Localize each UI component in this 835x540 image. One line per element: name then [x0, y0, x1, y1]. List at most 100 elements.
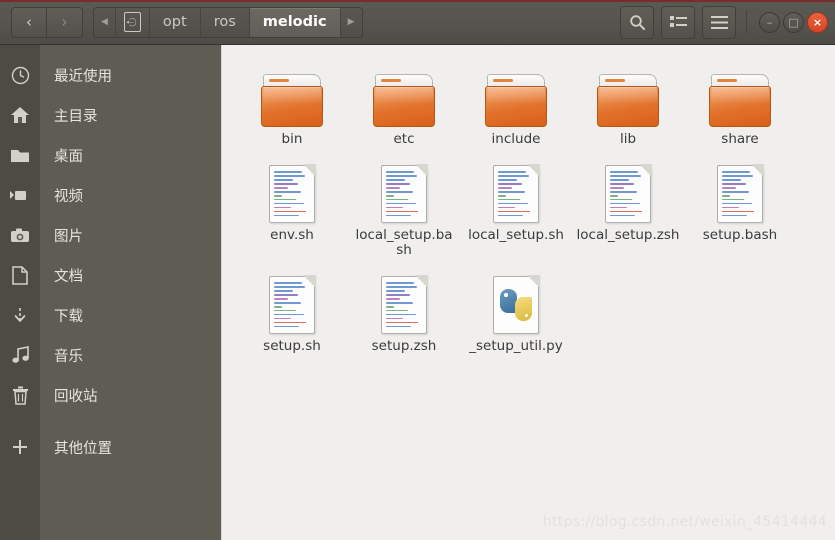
file-item[interactable]: setup.bash	[684, 153, 796, 258]
trash-icon	[12, 386, 28, 405]
minimize-button[interactable]: –	[759, 11, 780, 33]
breadcrumb-label: ros	[213, 14, 236, 30]
sidebar-item-other-locations[interactable]: 其他位置	[40, 427, 221, 467]
breadcrumb-scroll-left[interactable]: ◀	[94, 7, 116, 37]
sidebar-item-documents[interactable]: 文档	[40, 255, 221, 295]
sidebar-item-videos[interactable]: 视频	[40, 175, 221, 215]
sidebar-icon-pictures[interactable]	[0, 215, 40, 255]
toolbar-divider	[746, 10, 747, 34]
sidebar-icon-videos[interactable]	[0, 175, 40, 215]
plus-icon	[13, 440, 27, 454]
nav-buttons: ‹ ›	[11, 6, 83, 38]
sidebar-item-recent[interactable]: 最近使用	[40, 55, 221, 95]
sidebar-icon-desktop[interactable]	[0, 135, 40, 175]
python-file-icon	[493, 275, 540, 334]
search-button[interactable]	[620, 5, 654, 39]
sidebar-icon-documents[interactable]	[0, 255, 40, 295]
breadcrumb-label: melodic	[262, 14, 327, 30]
sidebar-icon-music[interactable]	[0, 335, 40, 375]
breadcrumb-item-melodic[interactable]: melodic	[249, 7, 341, 37]
file-label: local_setup.bash	[355, 227, 453, 258]
sidebar-icon-recent[interactable]	[0, 55, 40, 95]
caret-left-icon: ◀	[101, 17, 108, 27]
folder-icon	[597, 74, 659, 127]
sidebar-item-desktop[interactable]: 桌面	[40, 135, 221, 175]
maximize-icon: □	[788, 15, 799, 29]
forward-button[interactable]: ›	[47, 6, 83, 38]
file-label: lib	[619, 131, 637, 147]
hard-drive-icon: ⎋	[123, 12, 141, 32]
sidebar-icon-home[interactable]	[0, 95, 40, 135]
file-item[interactable]: env.sh	[236, 153, 348, 258]
sidebar-icon-trash[interactable]	[0, 375, 40, 415]
sidebar-item-label: 音乐	[54, 348, 83, 365]
minimize-icon: –	[766, 15, 773, 29]
camera-icon	[11, 228, 29, 242]
file-thumbnail	[381, 153, 428, 223]
file-thumbnail	[381, 264, 428, 334]
file-thumbnail	[605, 153, 652, 223]
sidebar-icon-downloads[interactable]	[0, 295, 40, 335]
file-item[interactable]: etc	[348, 57, 460, 147]
menu-button[interactable]	[702, 5, 736, 39]
file-thumbnail	[493, 153, 540, 223]
breadcrumb-scroll-right[interactable]: ▶	[340, 7, 362, 37]
file-item[interactable]: share	[684, 57, 796, 147]
file-label: setup.sh	[263, 338, 321, 354]
file-label: include	[491, 131, 541, 147]
video-camera-icon	[10, 191, 26, 200]
sidebar-places: 最近使用 主目录 桌面 视频 图片 文档 下载 音乐 回收站 其他位置	[40, 45, 222, 540]
file-item[interactable]: local_setup.zsh	[572, 153, 684, 258]
breadcrumb-item-ros[interactable]: ros	[200, 7, 250, 37]
file-item[interactable]: local_setup.bash	[348, 153, 460, 258]
file-item[interactable]: include	[460, 57, 572, 147]
maximize-button[interactable]: □	[783, 11, 804, 33]
file-thumbnail	[597, 57, 659, 127]
home-icon	[11, 107, 29, 123]
file-item[interactable]: bin	[236, 57, 348, 147]
sidebar-item-home[interactable]: 主目录	[40, 95, 221, 135]
file-label: env.sh	[270, 227, 314, 243]
watermark: https://blog.csdn.net/weixin_45414444	[542, 514, 827, 530]
close-button[interactable]: ×	[807, 11, 828, 33]
sidebar-item-downloads[interactable]: 下载	[40, 295, 221, 335]
breadcrumb-item-opt[interactable]: opt	[149, 7, 201, 37]
file-thumbnail	[485, 57, 547, 127]
file-item[interactable]: setup.zsh	[348, 264, 460, 354]
script-file-icon	[269, 275, 316, 334]
file-item[interactable]: setup.sh	[236, 264, 348, 354]
sidebar-item-label: 最近使用	[54, 68, 112, 85]
back-button[interactable]: ‹	[11, 6, 47, 38]
file-item[interactable]: _setup_util.py	[460, 264, 572, 354]
sidebar-item-music[interactable]: 音乐	[40, 335, 221, 375]
file-item[interactable]: local_setup.sh	[460, 153, 572, 258]
file-thumbnail	[373, 57, 435, 127]
file-thumbnail	[269, 153, 316, 223]
script-file-icon	[269, 164, 316, 223]
sidebar-item-label: 图片	[54, 228, 83, 245]
script-file-icon	[605, 164, 652, 223]
folder-icon	[11, 150, 29, 162]
file-thumbnail	[269, 264, 316, 334]
script-file-icon	[717, 164, 764, 223]
music-note-icon	[11, 346, 29, 363]
file-grid: bin etc include lib share env.sh local_s…	[236, 57, 835, 360]
window-body: 最近使用 主目录 桌面 视频 图片 文档 下载 音乐 回收站 其他位置 bin …	[0, 45, 835, 540]
forward-arrow-icon: ›	[61, 13, 68, 31]
document-icon	[12, 265, 28, 285]
view-options-button[interactable]	[661, 5, 695, 39]
sidebar-item-trash[interactable]: 回收站	[40, 375, 221, 415]
file-label: _setup_util.py	[469, 338, 563, 354]
file-label: etc	[393, 131, 415, 147]
file-thumbnail	[261, 57, 323, 127]
sidebar-item-label: 视频	[54, 188, 83, 205]
breadcrumb-item-root[interactable]: ⎋	[115, 7, 150, 37]
sidebar-icon-other-locations[interactable]	[0, 427, 40, 467]
file-view[interactable]: bin etc include lib share env.sh local_s…	[222, 45, 835, 540]
file-manager-window: ‹ › ◀ ⎋ opt ros melodic ▶ – □ × 最近使用 主目录…	[0, 0, 835, 540]
file-thumbnail	[493, 264, 540, 334]
sidebar-icon-rail	[0, 45, 40, 540]
sidebar-item-pictures[interactable]: 图片	[40, 215, 221, 255]
file-item[interactable]: lib	[572, 57, 684, 147]
hamburger-menu-icon	[710, 15, 728, 29]
